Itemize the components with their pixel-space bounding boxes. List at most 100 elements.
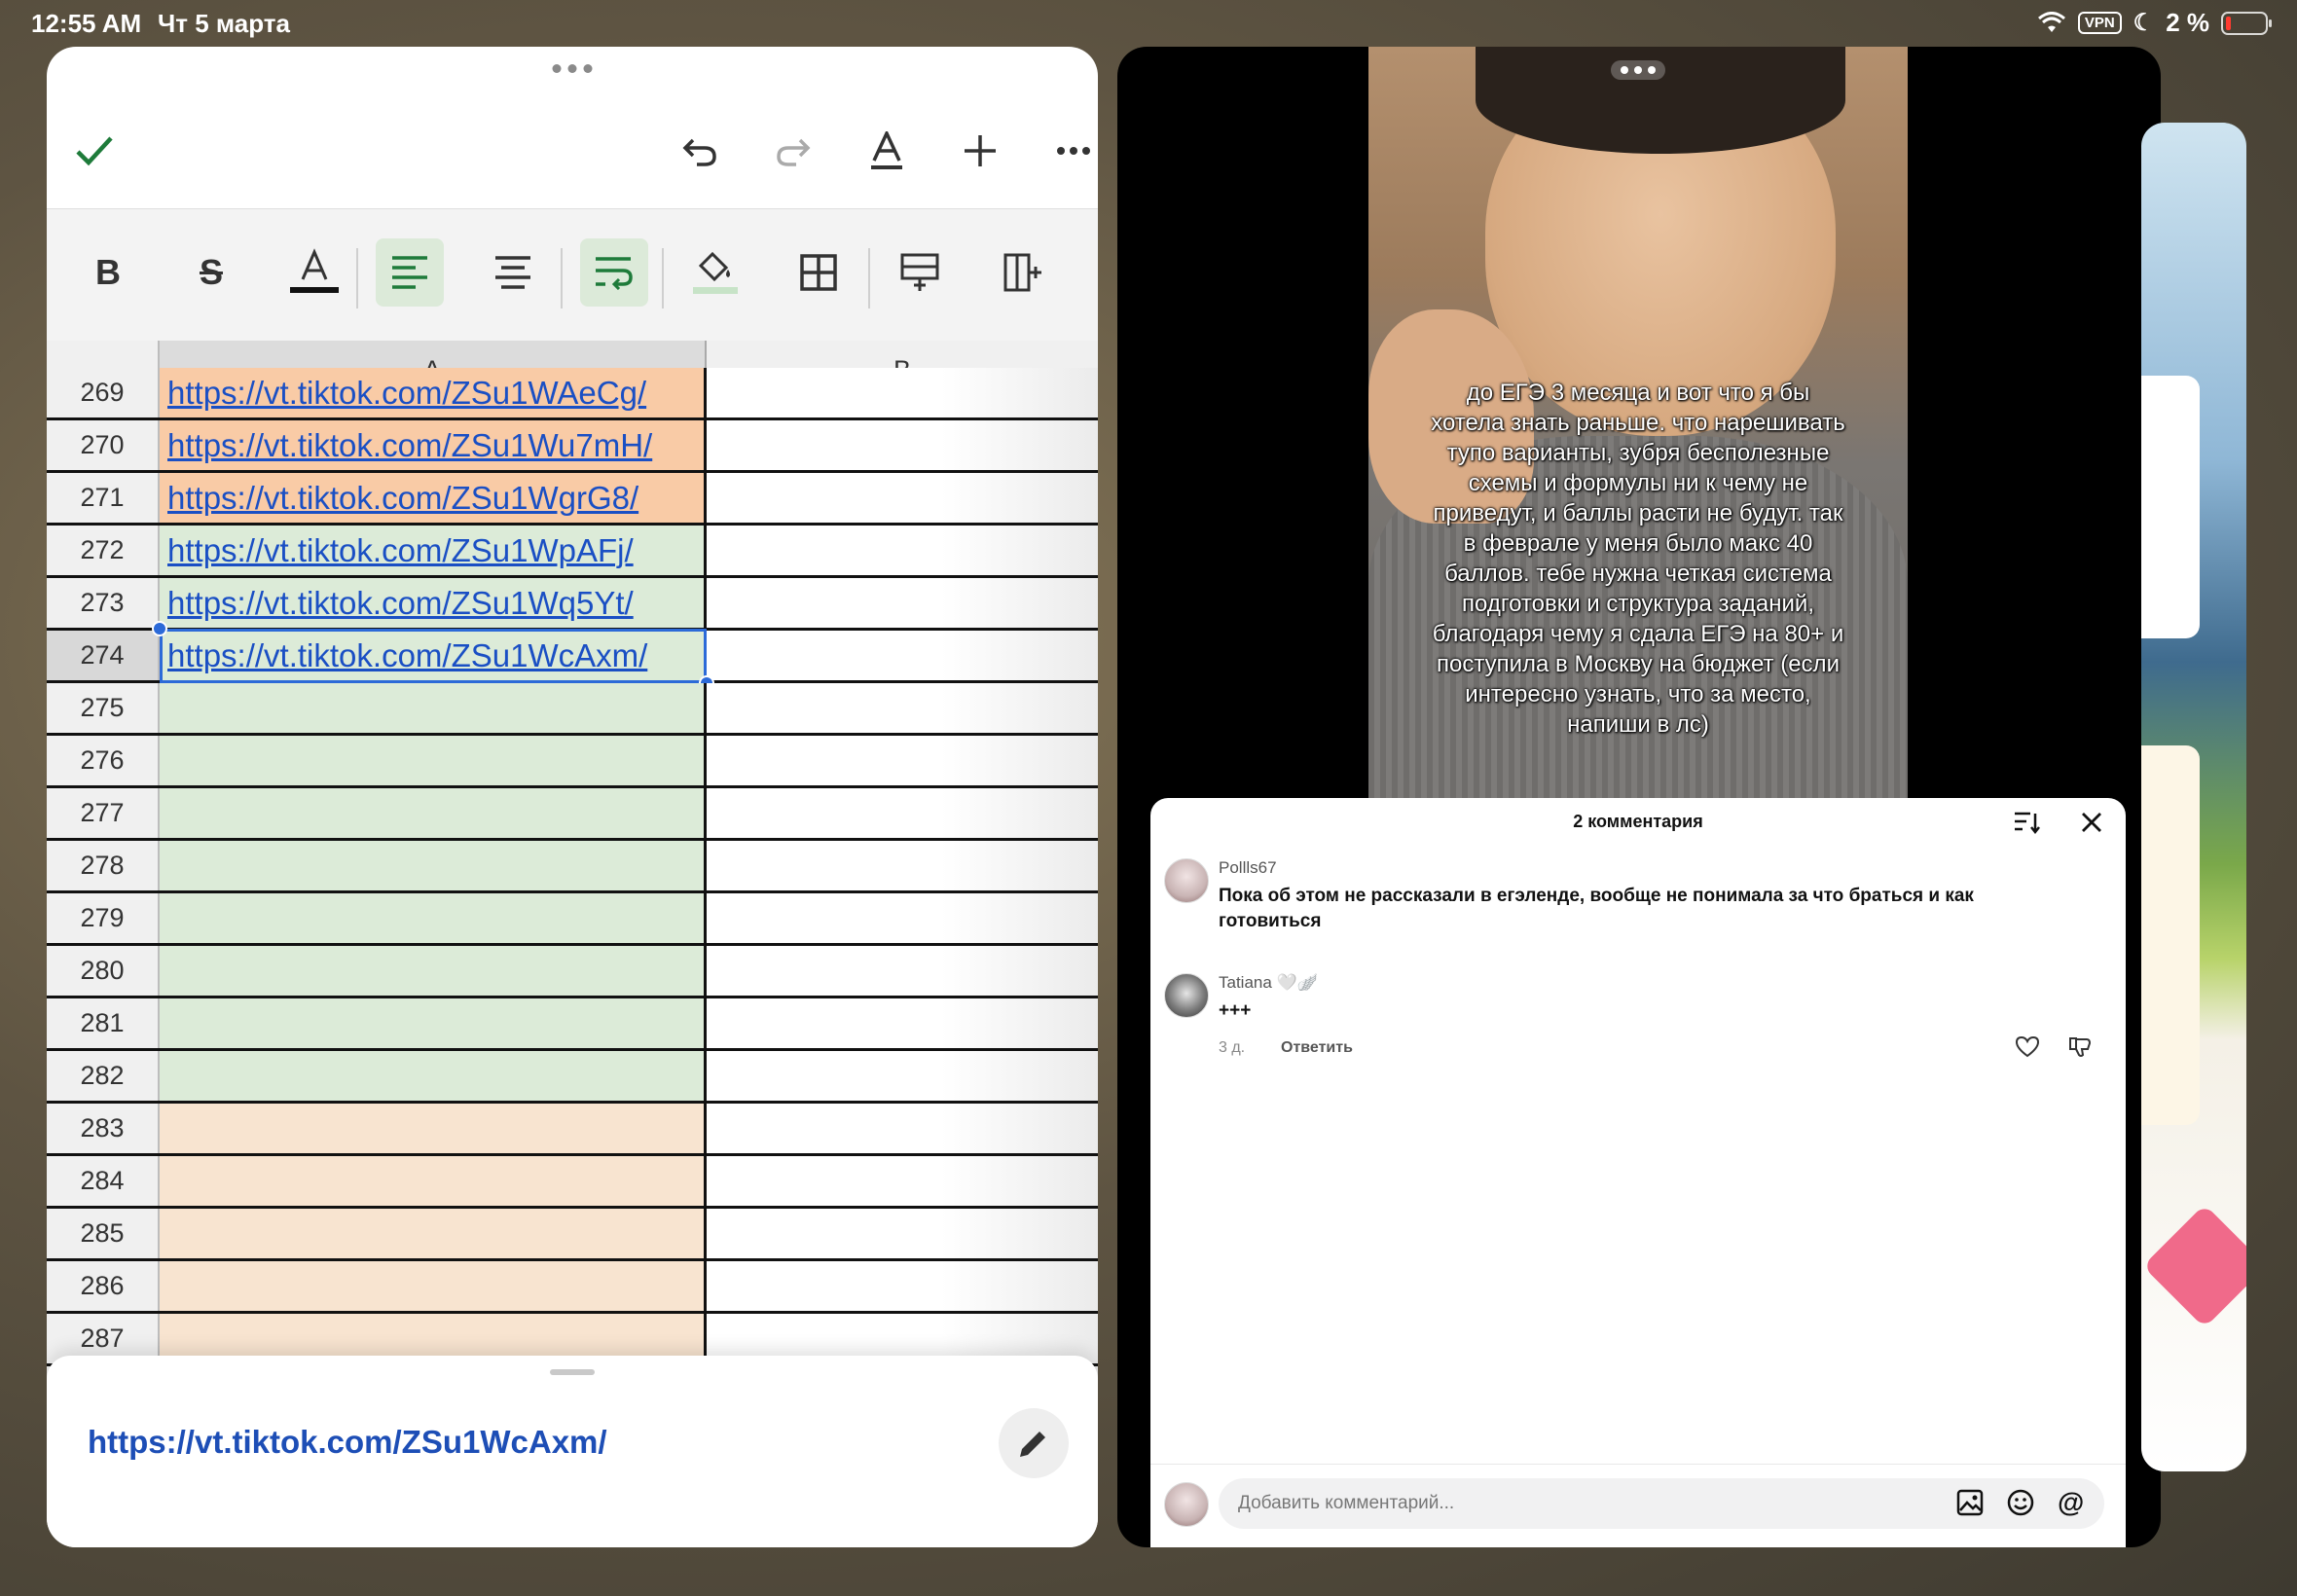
image-icon[interactable]: [1956, 1489, 1986, 1518]
align-center-icon[interactable]: [479, 238, 547, 307]
background-app-card[interactable]: [2141, 123, 2246, 1471]
insert-row-icon[interactable]: [886, 238, 954, 307]
cell-b[interactable]: [707, 683, 1098, 733]
avatar[interactable]: [1164, 858, 1209, 903]
row-number[interactable]: 284: [47, 1156, 160, 1206]
comment-input-bar: Добавить комментарий... @: [1150, 1464, 2126, 1547]
row-number[interactable]: 281: [47, 998, 160, 1048]
cell-b[interactable]: [707, 1261, 1098, 1311]
cell-a[interactable]: https://vt.tiktok.com/ZSu1Wq5Yt/: [160, 578, 707, 628]
row-number[interactable]: 274: [47, 631, 160, 680]
table-row: 276: [47, 736, 1098, 788]
text-format-icon[interactable]: [862, 127, 911, 175]
cell-b[interactable]: [707, 368, 1098, 417]
cell-b[interactable]: [707, 893, 1098, 943]
table-row: 271 https://vt.tiktok.com/ZSu1WgrG8/: [47, 473, 1098, 526]
window-grabber[interactable]: [1611, 60, 1665, 80]
vpn-badge: VPN: [2077, 12, 2122, 34]
cell-a[interactable]: [160, 683, 707, 733]
heart-icon[interactable]: [2015, 1035, 2040, 1064]
cell-b[interactable]: [707, 473, 1098, 523]
cell-value-link[interactable]: https://vt.tiktok.com/ZSu1WcAxm/: [88, 1424, 607, 1461]
align-left-icon[interactable]: [376, 238, 444, 307]
cell-b[interactable]: [707, 1051, 1098, 1101]
table-row: 270 https://vt.tiktok.com/ZSu1Wu7mH/: [47, 420, 1098, 473]
cell-a[interactable]: https://vt.tiktok.com/ZSu1WpAFj/: [160, 526, 707, 575]
cell-a[interactable]: https://vt.tiktok.com/ZSu1WgrG8/: [160, 473, 707, 523]
window-grabber[interactable]: [552, 64, 593, 73]
text-color-icon[interactable]: [280, 238, 348, 307]
cell-a[interactable]: [160, 946, 707, 996]
mention-icon[interactable]: @: [2058, 1489, 2087, 1518]
row-number[interactable]: 278: [47, 841, 160, 890]
sheet-handle[interactable]: [550, 1369, 595, 1375]
cell-b[interactable]: [707, 998, 1098, 1048]
row-number[interactable]: 276: [47, 736, 160, 785]
row-number[interactable]: 283: [47, 1104, 160, 1153]
row-number[interactable]: 270: [47, 420, 160, 470]
comment-input[interactable]: Добавить комментарий... @: [1219, 1478, 2104, 1529]
cell-a[interactable]: [160, 736, 707, 785]
more-icon[interactable]: [1049, 127, 1098, 175]
fill-color-icon[interactable]: [681, 238, 749, 307]
comment-username[interactable]: Tatiana 🤍🪽: [1219, 973, 1318, 993]
row-number[interactable]: 277: [47, 788, 160, 838]
cell-a[interactable]: [160, 1104, 707, 1153]
dislike-icon[interactable]: [2067, 1035, 2093, 1064]
row-number[interactable]: 286: [47, 1261, 160, 1311]
close-icon[interactable]: [2079, 810, 2104, 840]
cell-a[interactable]: https://vt.tiktok.com/ZSu1WAeCg/: [160, 368, 707, 417]
cell-b[interactable]: [707, 841, 1098, 890]
cell-b[interactable]: [707, 578, 1098, 628]
video-player[interactable]: до ЕГЭ 3 месяца и вот что я бы хотела зн…: [1368, 47, 1908, 806]
cell-b[interactable]: [707, 1156, 1098, 1206]
comment-username[interactable]: Pollls67: [1219, 858, 1277, 878]
cell-a[interactable]: [160, 841, 707, 890]
status-bar: 12:55 AM Чт 5 марта VPN ☾ 2 %: [0, 0, 2297, 47]
cell-a[interactable]: [160, 1156, 707, 1206]
cell-a[interactable]: [160, 1261, 707, 1311]
cell-a[interactable]: [160, 788, 707, 838]
cell-b[interactable]: [707, 631, 1098, 680]
cell-b[interactable]: [707, 946, 1098, 996]
row-number[interactable]: 272: [47, 526, 160, 575]
table-row: 283: [47, 1104, 1098, 1156]
table-row: 280: [47, 946, 1098, 998]
cell-a[interactable]: https://vt.tiktok.com/ZSu1WcAxm/: [160, 631, 707, 680]
insert-column-icon[interactable]: [989, 238, 1057, 307]
row-number[interactable]: 285: [47, 1209, 160, 1258]
cell-a[interactable]: [160, 1051, 707, 1101]
row-number[interactable]: 275: [47, 683, 160, 733]
check-icon[interactable]: [70, 127, 119, 175]
wrap-icon[interactable]: [580, 238, 648, 307]
borders-icon[interactable]: [784, 238, 853, 307]
cell-b[interactable]: [707, 526, 1098, 575]
avatar[interactable]: [1164, 973, 1209, 1018]
strikethrough-icon[interactable]: S: [177, 238, 245, 307]
pencil-icon[interactable]: [999, 1408, 1069, 1478]
spreadsheet-grid[interactable]: A B 269https://vt.tiktok.com/ZSu1WAeCg/2…: [47, 341, 1098, 1411]
cell-a[interactable]: [160, 893, 707, 943]
plus-icon[interactable]: [956, 127, 1004, 175]
sort-icon[interactable]: [2013, 810, 2040, 840]
cell-b[interactable]: [707, 736, 1098, 785]
emoji-icon[interactable]: [2007, 1489, 2036, 1518]
row-number[interactable]: 282: [47, 1051, 160, 1101]
cell-a[interactable]: https://vt.tiktok.com/ZSu1Wu7mH/: [160, 420, 707, 470]
undo-icon[interactable]: [675, 127, 724, 175]
selection-handle-start[interactable]: [152, 621, 167, 636]
row-number[interactable]: 280: [47, 946, 160, 996]
row-number[interactable]: 271: [47, 473, 160, 523]
cell-a[interactable]: [160, 998, 707, 1048]
cell-a[interactable]: [160, 1209, 707, 1258]
redo-icon[interactable]: [769, 127, 818, 175]
reply-button[interactable]: Ответить: [1281, 1039, 1353, 1057]
cell-b[interactable]: [707, 1209, 1098, 1258]
row-number[interactable]: 279: [47, 893, 160, 943]
bold-icon[interactable]: B: [74, 238, 142, 307]
cell-b[interactable]: [707, 1104, 1098, 1153]
row-number[interactable]: 269: [47, 368, 160, 417]
cell-b[interactable]: [707, 788, 1098, 838]
cell-b[interactable]: [707, 420, 1098, 470]
row-number[interactable]: 273: [47, 578, 160, 628]
